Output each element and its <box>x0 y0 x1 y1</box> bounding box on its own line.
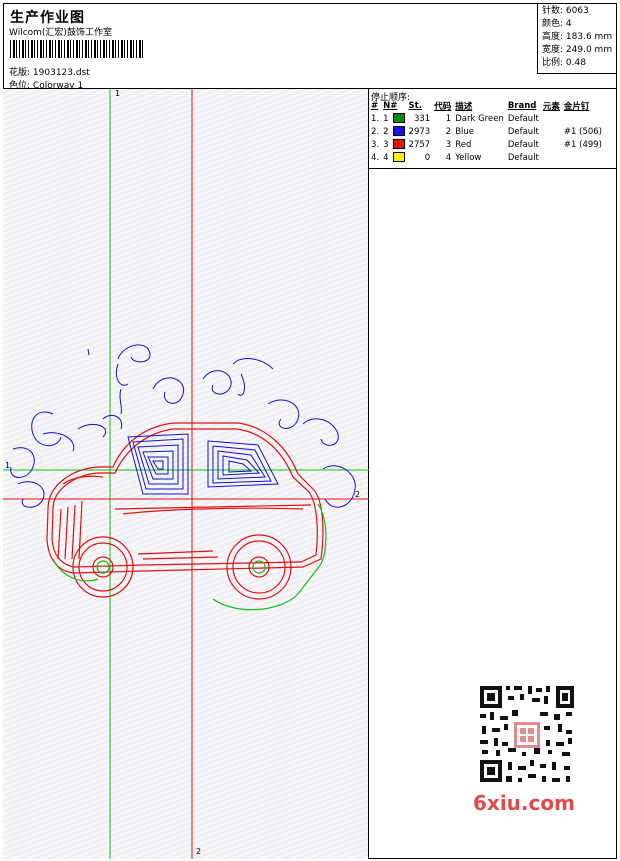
table-row: 2. 2 2973 2 Blue Default #1 (506) <box>369 125 604 138</box>
axis-label-h2: 2 <box>355 490 361 499</box>
design-file-value: 1903123.dst <box>32 68 90 78</box>
row-code: 1 <box>445 113 452 124</box>
row-n: 3 <box>383 139 389 150</box>
row-color-swatch <box>391 151 407 164</box>
row-stitches: 2973 <box>408 126 431 137</box>
row-color-swatch <box>391 125 407 138</box>
color-count: 颜色: 4 <box>542 19 572 29</box>
design-file-line: 花版: 1903123.dst <box>9 65 90 78</box>
color-swatch <box>392 152 405 163</box>
color-swatch <box>392 139 405 150</box>
row-color-swatch <box>391 112 407 125</box>
row-sequin <box>562 112 604 125</box>
col-brand: Brand <box>507 101 537 111</box>
design-height: 高度: 183.6 mm <box>542 32 613 42</box>
axis-label-v2: 2 <box>196 847 202 856</box>
row-brand: Default <box>507 152 539 163</box>
axis-label-h1: 1 <box>5 461 11 470</box>
stitch-count: 针数: 6063 <box>542 6 589 16</box>
axis-label-v1: 1 <box>115 89 121 98</box>
row-description: Red <box>455 139 472 150</box>
row-stitches: 331 <box>413 113 431 124</box>
col-element: 元素 <box>542 102 560 112</box>
row-element <box>541 125 562 138</box>
qr-code <box>472 682 576 786</box>
row-code: 2 <box>445 126 452 137</box>
page-title: 生产作业图 <box>10 10 85 26</box>
qr-code-image <box>472 682 576 786</box>
design-scale: 比例: 0.48 <box>542 58 586 68</box>
green-car-outline <box>52 503 327 611</box>
row-brand: Default <box>507 126 539 137</box>
watermark-text: 6xiu.com <box>473 791 575 815</box>
table-row: 3. 3 2757 3 Red Default #1 (499) <box>369 138 604 151</box>
table-header-row: # N# St. 代码 描述 Brand 元素 金片钉 <box>369 100 604 112</box>
row-sequin: #1 (499) <box>563 139 602 150</box>
col-code: 代码 <box>434 102 452 112</box>
row-color-swatch <box>391 138 407 151</box>
row-element <box>541 112 562 125</box>
row-description: Blue <box>455 126 475 137</box>
row-sequin: #1 (506) <box>563 126 602 137</box>
col-stitches: St. <box>408 101 422 111</box>
table-row: 1. 1 331 1 Dark Green Default <box>369 112 604 125</box>
table-row: 4. 4 0 4 Yellow Default <box>369 151 604 164</box>
row-index: 1. <box>371 113 380 124</box>
col-sequin: 金片钉 <box>563 102 590 112</box>
col-n: N# <box>383 101 398 111</box>
color-swatch <box>392 113 405 124</box>
stop-sequence-panel: 停止顺序: # N# St. 代码 描述 Brand 元素 金片钉 1. 1 331… <box>369 89 617 169</box>
col-index: # <box>371 101 379 111</box>
red-car-body <box>46 422 324 600</box>
design-stats: 针数: 6063 颜色: 4 高度: 183.6 mm 宽度: 249.0 mm… <box>537 3 617 74</box>
row-description: Dark Green <box>455 113 504 124</box>
col-description: 描述 <box>455 102 473 112</box>
row-sequin <box>562 151 604 164</box>
row-n: 2 <box>383 126 389 137</box>
row-stitches: 0 <box>424 152 431 163</box>
studio-name: Wilcom(汇宏)鼓饰工作室 <box>9 28 112 38</box>
row-n: 4 <box>383 152 389 163</box>
row-index: 2. <box>371 126 380 137</box>
row-element <box>541 138 562 151</box>
row-brand: Default <box>507 139 539 150</box>
row-brand: Default <box>507 113 539 124</box>
row-n: 1 <box>383 113 389 124</box>
row-stitches: 2757 <box>408 139 431 150</box>
row-code: 4 <box>445 152 452 163</box>
design-preview: 1 2 1 2 <box>3 89 369 859</box>
color-swatch <box>392 126 405 137</box>
blue-car-windows <box>127 433 279 495</box>
row-element <box>541 151 562 164</box>
header: 生产作业图 Wilcom(汇宏)鼓饰工作室 花版: 1903123.dst 色位… <box>3 3 617 91</box>
embroidery-preview-image <box>3 89 369 859</box>
design-file-label: 花版: <box>9 68 31 78</box>
design-width: 宽度: 249.0 mm <box>542 45 613 55</box>
row-index: 4. <box>371 152 380 163</box>
stop-sequence-table: # N# St. 代码 描述 Brand 元素 金片钉 1. 1 331 1 Dark … <box>369 100 604 164</box>
row-description: Yellow <box>455 152 482 163</box>
row-code: 3 <box>445 139 452 150</box>
barcode <box>10 40 143 58</box>
row-index: 3. <box>371 139 380 150</box>
